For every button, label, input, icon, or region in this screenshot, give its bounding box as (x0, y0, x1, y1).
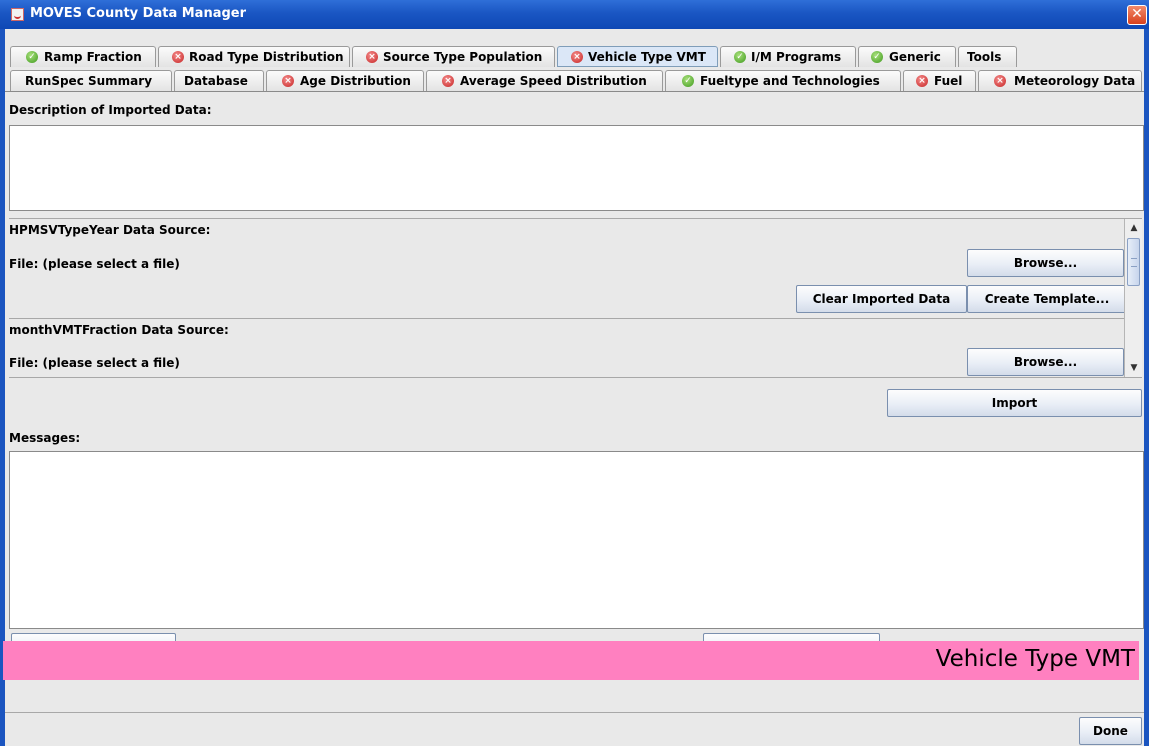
tab-label: Road Type Distribution (189, 50, 344, 64)
tab-label: Generic (889, 50, 941, 64)
java-cup-icon (11, 8, 24, 21)
tab-im-programs[interactable]: ✓ I/M Programs (720, 46, 856, 67)
description-label: Description of Imported Data: (9, 103, 212, 117)
tab-label: RunSpec Summary (25, 74, 153, 88)
tab-label: Meteorology Data (1014, 74, 1136, 88)
source-separator (9, 318, 1124, 319)
tab-label: Age Distribution (300, 74, 411, 88)
month-vmt-browse-button[interactable]: Browse... (967, 348, 1124, 376)
tab-label: Database (184, 74, 248, 88)
tab-label: I/M Programs (751, 50, 842, 64)
hpms-source-label: HPMSVTypeYear Data Source: (9, 223, 211, 237)
messages-label: Messages: (9, 431, 81, 445)
error-icon: × (282, 75, 294, 87)
error-icon: × (916, 75, 928, 87)
tab-generic[interactable]: ✓ Generic (858, 46, 956, 67)
create-template-button[interactable]: Create Template... (967, 285, 1127, 313)
source-area-top-border (9, 218, 1142, 219)
error-icon: × (366, 51, 378, 63)
done-button[interactable]: Done (1079, 717, 1142, 745)
month-vmt-file-label: File: (please select a file) (9, 356, 180, 370)
source-area-bottom-border (9, 377, 1142, 378)
status-banner: Vehicle Type VMT (3, 641, 1139, 680)
month-vmt-source-label: monthVMTFraction Data Source: (9, 323, 229, 337)
sources-scrollbar[interactable]: ▲ ▼ (1124, 219, 1142, 377)
scroll-up-icon[interactable]: ▲ (1126, 220, 1142, 236)
messages-textarea[interactable] (9, 451, 1144, 629)
tab-fueltype-and-technologies[interactable]: ✓ Fueltype and Technologies (665, 70, 901, 91)
scroll-down-icon[interactable]: ▼ (1126, 360, 1142, 376)
footer-separator (5, 712, 1144, 713)
tab-vehicle-type-vmt[interactable]: × Vehicle Type VMT (557, 46, 718, 67)
tab-runspec-summary[interactable]: RunSpec Summary (10, 70, 172, 91)
close-icon: ✕ (1131, 6, 1143, 22)
tab-meteorology-data[interactable]: × Meteorology Data (978, 70, 1142, 91)
tab-label: Fueltype and Technologies (700, 74, 880, 88)
tab-age-distribution[interactable]: × Age Distribution (266, 70, 424, 91)
check-icon: ✓ (26, 51, 38, 63)
check-icon: ✓ (682, 75, 694, 87)
check-icon: ✓ (734, 51, 746, 63)
error-icon: × (442, 75, 454, 87)
check-icon: ✓ (871, 51, 883, 63)
tab-fuel[interactable]: × Fuel (903, 70, 976, 91)
title-bar: MOVES County Data Manager ✕ (0, 0, 1149, 30)
scroll-thumb[interactable] (1127, 238, 1140, 286)
banner-text: Vehicle Type VMT (935, 646, 1135, 672)
error-icon: × (172, 51, 184, 63)
tab-label: Tools (967, 50, 1002, 64)
tab-database[interactable]: Database (174, 70, 264, 91)
error-icon: × (994, 75, 1006, 87)
tab-label: Vehicle Type VMT (588, 50, 706, 64)
tab-label: Source Type Population (383, 50, 543, 64)
tab-tools[interactable]: Tools (958, 46, 1017, 67)
tab-road-type-distribution[interactable]: × Road Type Distribution (158, 46, 350, 67)
tab-label: Ramp Fraction (44, 50, 142, 64)
hpms-file-label: File: (please select a file) (9, 257, 180, 271)
import-button[interactable]: Import (887, 389, 1142, 417)
description-textarea[interactable] (9, 125, 1144, 211)
tab-label: Fuel (934, 74, 963, 88)
hpms-browse-button[interactable]: Browse... (967, 249, 1124, 277)
tab-ramp-fraction[interactable]: ✓ Ramp Fraction (10, 46, 156, 67)
clear-imported-data-button[interactable]: Clear Imported Data (796, 285, 967, 313)
error-icon: × (571, 51, 583, 63)
tab-average-speed-distribution[interactable]: × Average Speed Distribution (426, 70, 663, 91)
window-title: MOVES County Data Manager (30, 6, 247, 21)
close-button[interactable]: ✕ (1127, 5, 1147, 25)
tab-label: Average Speed Distribution (460, 74, 647, 88)
tab-source-type-population[interactable]: × Source Type Population (352, 46, 555, 67)
tab-divider (5, 91, 1144, 92)
